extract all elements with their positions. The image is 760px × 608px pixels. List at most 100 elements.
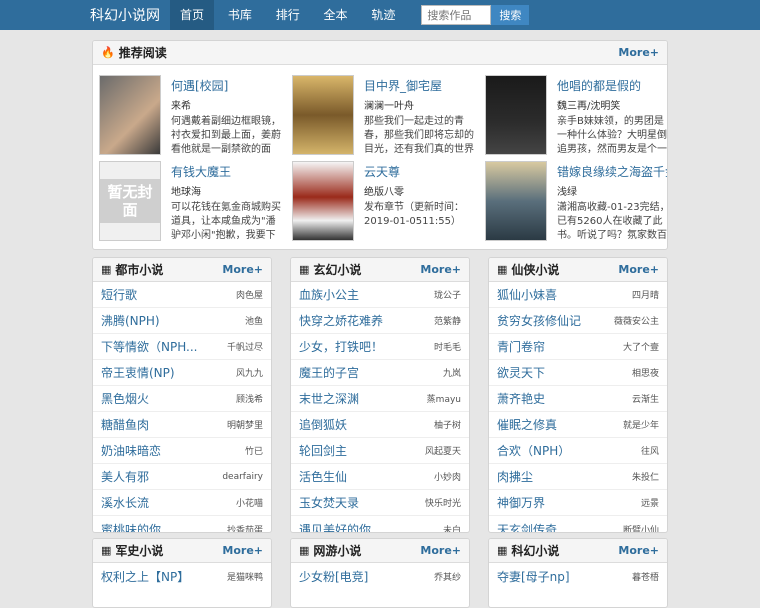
- list-item: 末世之深渊 蒸mayu: [291, 386, 469, 412]
- book-title-link[interactable]: 美人有邪: [101, 468, 149, 485]
- book-title-link[interactable]: 少女，打铁吧！: [299, 338, 383, 355]
- category-more-link[interactable]: More+: [618, 263, 659, 276]
- book-title-link[interactable]: 青门卷帘: [497, 338, 545, 355]
- book-title-link[interactable]: 权利之上【NP】: [101, 568, 189, 585]
- book-title-link[interactable]: 下等情欲（NPH...: [101, 338, 197, 355]
- rec-item: 云天尊 绝版八零 发布章节（更新时间：2019-01-0511:55）: [292, 161, 478, 243]
- book-title-link[interactable]: 活色生仙: [299, 468, 347, 485]
- rec-book-title[interactable]: 他唱的都是假的: [557, 77, 641, 94]
- list-item: 少女粉[电竞] 乔其纱: [291, 563, 469, 589]
- book-title-link[interactable]: 欲灵天下: [497, 364, 545, 381]
- book-title-link[interactable]: 魔王的子宫: [299, 364, 359, 381]
- book-title-link[interactable]: 沸腾(NPH): [101, 312, 160, 329]
- rec-book-author: 绝版八零: [364, 187, 404, 198]
- list-item: 玉女焚天录 快乐时光: [291, 490, 469, 516]
- list-item: 权利之上【NP】 是猫咪鸭: [93, 563, 271, 589]
- book-cover[interactable]: [485, 75, 547, 155]
- list-item: 糖醋鱼肉 明朝梦里: [93, 412, 271, 438]
- book-cover[interactable]: [292, 161, 354, 241]
- book-title-link[interactable]: 帝王衷情(NP): [101, 364, 175, 381]
- category-more-link[interactable]: More+: [222, 263, 263, 276]
- book-author: 竹已: [244, 447, 263, 457]
- rec-book-title[interactable]: 错嫁良缘续之海盗千金: [557, 163, 667, 180]
- book-author: 时毛毛: [433, 343, 461, 353]
- rec-book-desc: 那些我们一起走过的青春，那些我们即将忘却的目光，还有我们真的世界这是一个: [364, 116, 474, 155]
- no-cover-placeholder[interactable]: 暂无封面: [99, 161, 161, 241]
- category-more-link[interactable]: More+: [618, 544, 659, 557]
- book-title-link[interactable]: 快穿之娇花难养: [299, 312, 383, 329]
- rec-book-desc: 发布章节（更新时间：2019-01-0511:55）: [364, 202, 464, 227]
- grid-icon: ▦: [497, 544, 508, 557]
- book-author: 风起夏天: [424, 447, 461, 457]
- grid-icon: ▦: [497, 263, 508, 276]
- book-cover[interactable]: [292, 75, 354, 155]
- book-title-link[interactable]: 短行歌: [101, 286, 137, 303]
- book-author: 九岚: [442, 369, 461, 379]
- book-title-link[interactable]: 末世之深渊: [299, 390, 359, 407]
- rec-book-title[interactable]: 云天尊: [364, 163, 400, 180]
- category-more-link[interactable]: More+: [420, 544, 461, 557]
- list-item: 遇见美好的你 未白: [291, 516, 469, 533]
- book-list: 权利之上【NP】 是猫咪鸭: [93, 563, 271, 589]
- nav-library[interactable]: 书库: [218, 0, 262, 30]
- list-item: 肉拂尘 朱投仁: [489, 464, 667, 490]
- book-title-link[interactable]: 玉女焚天录: [299, 494, 359, 511]
- book-author: 乔其纱: [433, 572, 461, 583]
- nav-history[interactable]: 轨迹: [361, 0, 405, 30]
- book-author: 池鱼: [244, 317, 263, 327]
- nav-home[interactable]: 首页: [170, 0, 215, 30]
- category-more-link[interactable]: More+: [222, 544, 263, 557]
- book-title-link[interactable]: 少女粉[电竞]: [299, 568, 368, 585]
- book-author: 风九九: [235, 369, 263, 379]
- book-title-link[interactable]: 糖醋鱼肉: [101, 416, 149, 433]
- book-author: 暮苍梧: [631, 572, 659, 583]
- book-author: 千帆过尽: [226, 343, 263, 353]
- book-cover[interactable]: [485, 161, 547, 241]
- book-author: 朱投仁: [631, 473, 659, 483]
- site-logo[interactable]: 科幻小说网: [90, 5, 160, 25]
- rec-item: 暂无封面 有钱大魔王 地球海 可以花钱在氪金商城购买道具，让本咸鱼成为"潘驴邓小…: [99, 161, 285, 243]
- nav-ranking[interactable]: 排行: [266, 0, 310, 30]
- book-author: 明朝梦里: [226, 421, 263, 431]
- list-item: 美人有邪 dearfairy: [93, 464, 271, 490]
- rec-book-desc: 亲手B妹妹领，的男团是一种什么体验？大明星倒追男孩，然而男友是个一根筋的冰山脸。: [557, 116, 667, 155]
- search-button[interactable]: 搜索: [491, 5, 530, 25]
- rec-item: 何遇[校园] 来希 何遇戴着副细边框眼镜，衬衣爱扣到最上面，姜蔚看他就是一副禁欲…: [99, 75, 285, 157]
- search-input[interactable]: [421, 5, 492, 25]
- book-title-link[interactable]: 神御万界: [497, 494, 545, 511]
- book-title-link[interactable]: 血族小公主: [299, 286, 359, 303]
- book-author: 四月晴: [631, 291, 659, 301]
- category-panel: ▦ 玄幻小说 More+ 血族小公主 珑公子 快穿之娇花难养 范紫静 少女，打铁吧！ 时毛毛 魔王…: [290, 257, 470, 533]
- book-author: 未白: [442, 525, 461, 533]
- book-title-link[interactable]: 贫穷女孩修仙记: [497, 312, 581, 329]
- book-title-link[interactable]: 黑色烟火: [101, 390, 149, 407]
- book-title-link[interactable]: 肉拂尘: [497, 468, 533, 485]
- book-title-link[interactable]: 天玄剑传奇: [497, 521, 557, 533]
- book-title-link[interactable]: 合欢（NPH）: [497, 442, 570, 459]
- book-title-link[interactable]: 蜜桃味的你: [101, 521, 161, 533]
- list-item: 奶油味暗恋 竹已: [93, 438, 271, 464]
- book-title-link[interactable]: 夺妻[母子np]: [497, 568, 570, 585]
- nav-complete[interactable]: 全本: [314, 0, 358, 30]
- book-title-link[interactable]: 溪水长流: [101, 494, 149, 511]
- recommend-more-link[interactable]: More+: [618, 46, 659, 59]
- book-title-link[interactable]: 遇见美好的你: [299, 521, 371, 533]
- rec-book-title[interactable]: 有钱大魔王: [171, 163, 231, 180]
- book-author: 远景: [640, 499, 659, 509]
- rec-book-author: 地球海: [171, 187, 201, 198]
- top-navbar: 科幻小说网 首页 书库 排行 全本 轨迹 搜索: [0, 0, 760, 30]
- book-author: dearfairy: [222, 471, 263, 482]
- book-title-link[interactable]: 轮回剑主: [299, 442, 347, 459]
- category-title: 网游小说: [313, 544, 362, 558]
- book-title-link[interactable]: 追倒狐妖: [299, 416, 347, 433]
- category-more-link[interactable]: More+: [420, 263, 461, 276]
- rec-book-title[interactable]: 何遇[校园]: [171, 77, 228, 94]
- rec-book-title[interactable]: 目中界_御宅屋: [364, 77, 442, 94]
- book-title-link[interactable]: 萧齐艳史: [497, 390, 545, 407]
- book-title-link[interactable]: 催眠之修真: [497, 416, 557, 433]
- grid-icon: ▦: [299, 263, 310, 276]
- rec-book-author: 魏三再/沈明笑: [557, 101, 621, 112]
- book-cover[interactable]: [99, 75, 161, 155]
- book-title-link[interactable]: 狐仙小妹喜: [497, 286, 557, 303]
- book-title-link[interactable]: 奶油味暗恋: [101, 442, 161, 459]
